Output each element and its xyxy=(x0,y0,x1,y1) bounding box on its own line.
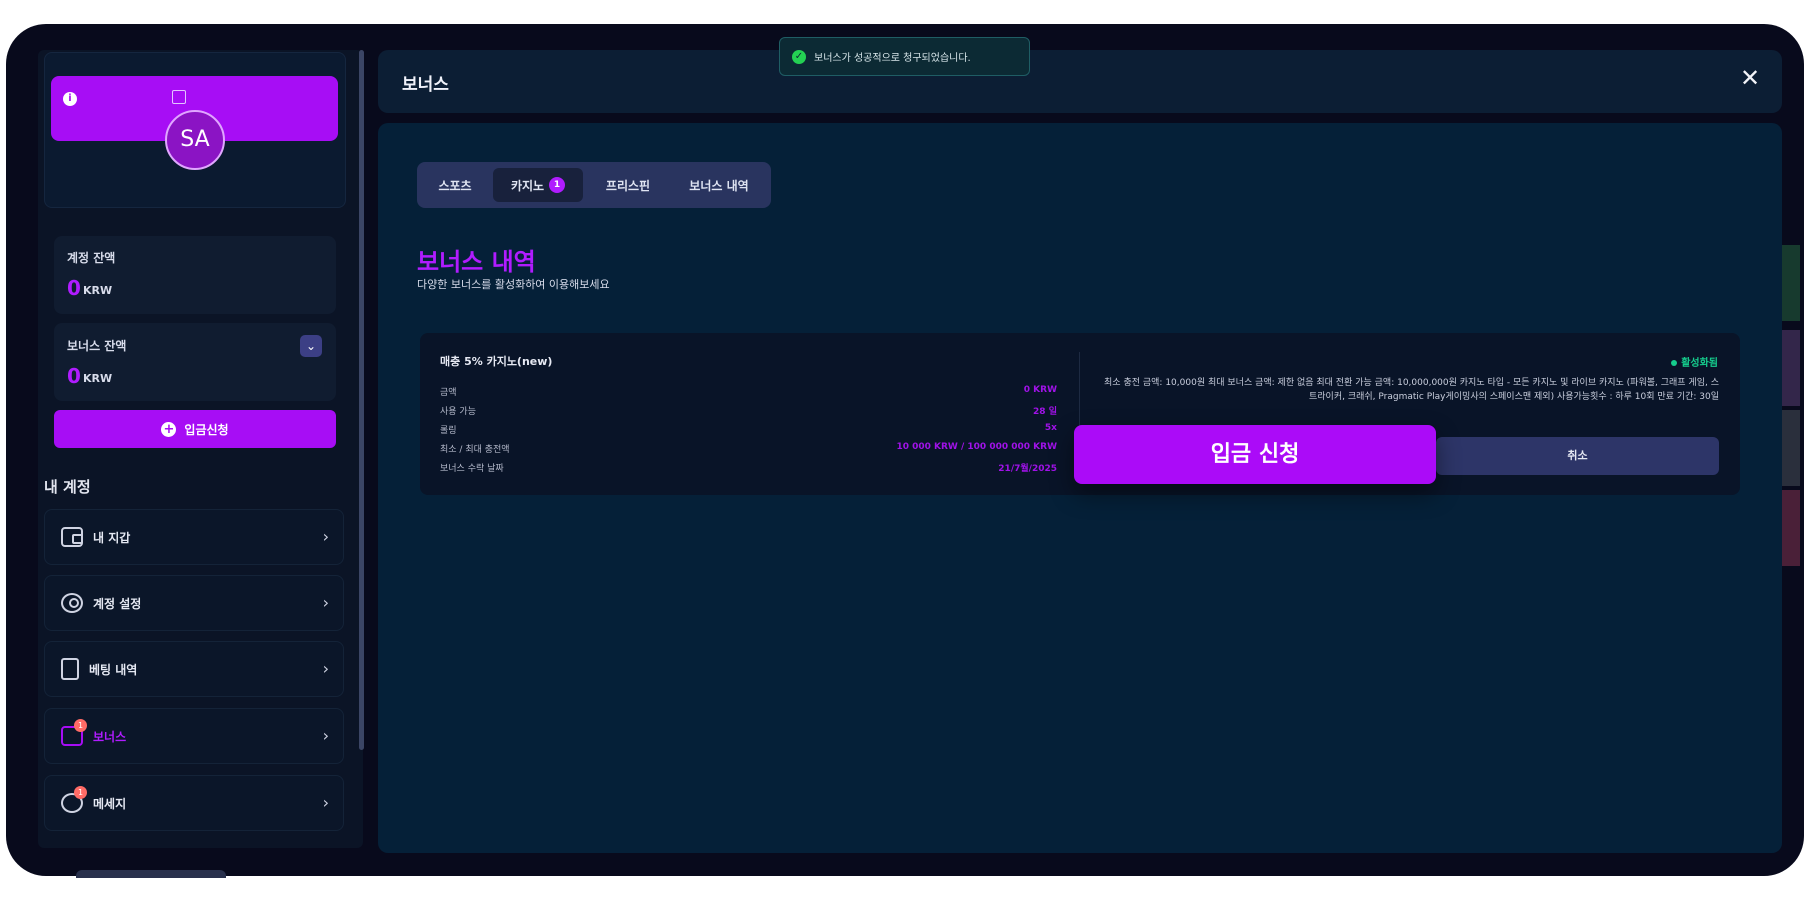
sidebar-item-bonus[interactable]: 1 보너스 › xyxy=(44,708,344,764)
detail-value: 28 일 xyxy=(1033,407,1057,417)
tab-badge: 1 xyxy=(549,177,566,193)
detail-value: 10 000 KRW / 100 000 000 KRW xyxy=(896,442,1057,452)
detail-label: 금액 xyxy=(440,388,457,398)
sidebar-item-label: 내 지갑 xyxy=(93,530,131,545)
status-label: 활성화됨 xyxy=(1681,358,1718,369)
close-icon[interactable]: ✕ xyxy=(1737,64,1763,92)
plus-icon: + xyxy=(161,421,177,437)
tab-casino[interactable]: 카지노 1 xyxy=(493,168,583,202)
account-balance-value: 0 xyxy=(67,276,81,300)
info-icon[interactable]: i xyxy=(63,92,77,106)
detail-label: 롤링 xyxy=(440,426,457,436)
sidebar-item-account-settings[interactable]: 계정 설정 › xyxy=(44,575,344,631)
tab-label: 카지노 xyxy=(510,178,545,193)
detail-value: 0 KRW xyxy=(1023,385,1057,395)
detail-label: 보너스 수락 날짜 xyxy=(440,464,504,474)
modal-title: 보너스 xyxy=(402,75,449,95)
bonus-balance-unit: KRW xyxy=(83,372,113,385)
sidebar-deposit-button[interactable]: + 입금신청 xyxy=(54,410,336,448)
chevron-right-icon: › xyxy=(322,659,329,678)
status-dot-icon xyxy=(1671,360,1678,366)
detail-value: 5x xyxy=(1044,423,1057,433)
sidebar-item-label: 보너스 xyxy=(93,729,127,744)
gift-icon: 1 xyxy=(61,719,87,746)
modal-header xyxy=(378,50,1782,113)
tab-label: 보너스 내역 xyxy=(689,178,749,193)
detail-label: 사용 가능 xyxy=(440,407,476,417)
sidebar-deposit-label: 입금신청 xyxy=(184,422,229,437)
chevron-right-icon: › xyxy=(322,793,329,812)
bonus-notification-badge: 1 xyxy=(74,719,87,732)
user-icon xyxy=(61,593,83,613)
bottom-nav-pill[interactable] xyxy=(76,870,226,878)
sidebar-item-label: 메세지 xyxy=(93,796,127,811)
bonus-balance-label: 보너스 잔액 xyxy=(67,339,127,353)
sidebar-item-label: 베팅 내역 xyxy=(89,662,138,677)
bonus-balance-value: 0 xyxy=(67,364,81,388)
sidebar-item-messages[interactable]: 1 메세지 › xyxy=(44,775,344,831)
chevron-right-icon: › xyxy=(322,593,329,612)
detail-label: 최소 / 최대 충전액 xyxy=(440,445,510,455)
copy-icon[interactable] xyxy=(172,90,186,104)
section-subheading: 다양한 보너스를 활성화하여 이용해보세요 xyxy=(417,278,610,291)
section-heading: 보너스 내역 xyxy=(417,248,536,276)
account-balance-card xyxy=(54,236,336,314)
sidebar-item-label: 계정 설정 xyxy=(93,596,142,611)
deposit-apply-button[interactable]: 입금 신청 xyxy=(1074,425,1436,484)
chevron-down-icon[interactable]: ⌄ xyxy=(300,335,322,357)
sidebar-scrollbar[interactable] xyxy=(359,50,364,750)
status-badge: 활성화됨 xyxy=(1671,354,1718,369)
chat-icon: 1 xyxy=(61,786,87,813)
chevron-right-icon: › xyxy=(322,527,329,546)
detail-value: 21/7월/2025 xyxy=(998,464,1057,474)
wallet-icon xyxy=(61,527,83,547)
avatar: SA xyxy=(165,110,225,170)
toast-message: 보너스가 성공적으로 청구되었습니다. xyxy=(814,53,971,64)
receipt-icon xyxy=(61,658,79,680)
bonus-name: 매충 5% 카지노(new) xyxy=(440,355,553,368)
sidebar-item-bet-history[interactable]: 베팅 내역 › xyxy=(44,641,344,697)
tab-label: 스포츠 xyxy=(438,178,472,193)
success-toast: ✓ 보너스가 성공적으로 청구되었습니다. xyxy=(779,37,1030,76)
tab-sports[interactable]: 스포츠 xyxy=(423,168,487,202)
tab-label: 프리스핀 xyxy=(605,178,651,193)
account-balance-label: 계정 잔액 xyxy=(67,251,116,265)
tab-free-spins[interactable]: 프리스핀 xyxy=(590,168,666,202)
bonus-description: 최소 충전 금액: 10,000원 최대 보너스 금액: 제한 없음 최대 전환… xyxy=(1104,378,1719,402)
my-account-title: 내 계정 xyxy=(44,478,91,496)
cancel-button[interactable]: 취소 xyxy=(1436,437,1719,475)
chevron-right-icon: › xyxy=(322,726,329,745)
tab-bonus-history[interactable]: 보너스 내역 xyxy=(672,168,766,202)
sidebar-item-wallet[interactable]: 내 지갑 › xyxy=(44,509,344,565)
message-notification-badge: 1 xyxy=(74,786,87,799)
account-balance-unit: KRW xyxy=(83,284,113,297)
bonus-balance-card xyxy=(54,323,336,401)
check-circle-icon: ✓ xyxy=(792,49,806,64)
